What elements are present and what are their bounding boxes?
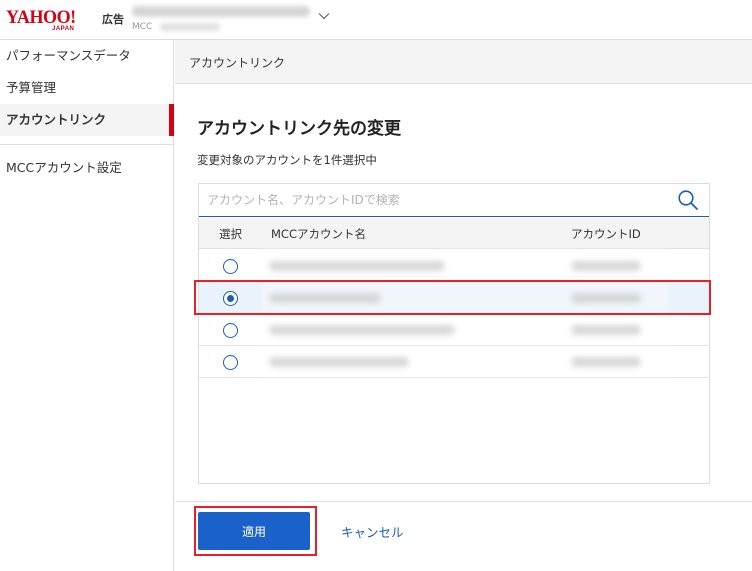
row-radio[interactable] (223, 259, 238, 274)
account-id-redacted (571, 325, 641, 335)
table-header: 選択 MCCアカウント名 アカウントID (199, 218, 709, 249)
sidebar-item-mcc-account-settings[interactable]: MCCアカウント設定 (0, 152, 174, 184)
row-radio-selected[interactable] (223, 291, 238, 306)
sidebar-item-account-link[interactable]: アカウントリンク (0, 104, 174, 136)
sidebar-item-label: MCCアカウント設定 (6, 160, 122, 175)
account-list-panel: 選択 MCCアカウント名 アカウントID (198, 183, 710, 484)
account-name-redacted (132, 6, 310, 17)
table-row[interactable] (199, 250, 709, 282)
search-input[interactable] (207, 189, 667, 211)
column-header-select: 選択 (219, 227, 242, 241)
yahoo-ads-logo[interactable]: YAHOO! JAPAN 広告 (6, 7, 124, 33)
sidebar-item-budget-management[interactable]: 予算管理 (0, 72, 174, 104)
account-name-redacted (269, 261, 445, 271)
main-content: アカウントリンク アカウントリンク先の変更 変更対象のアカウントを1件選択中 選… (175, 40, 752, 571)
logo-text: YAHOO! (6, 7, 76, 28)
product-label: 広告 (102, 13, 124, 26)
account-type-label: MCC (132, 22, 153, 32)
sidebar-item-label: パフォーマンスデータ (6, 48, 131, 63)
selected-count-text: 変更対象のアカウントを1件選択中 (197, 153, 377, 167)
sidebar-nav: パフォーマンスデータ 予算管理 アカウントリンク MCCアカウント設定 (0, 40, 174, 571)
column-header-mcc-account-name: MCCアカウント名 (271, 227, 366, 241)
top-header: YAHOO! JAPAN 広告 MCC (0, 0, 752, 40)
footer-divider (175, 501, 752, 502)
account-selector[interactable]: MCC (132, 4, 332, 36)
sidebar-item-label: アカウントリンク (6, 112, 107, 127)
section-title: アカウントリンク先の変更 (197, 119, 401, 139)
account-name-redacted (269, 357, 409, 367)
sidebar-item-performance-data[interactable]: パフォーマンスデータ (0, 40, 174, 72)
table-row[interactable] (199, 314, 709, 346)
row-radio[interactable] (223, 355, 238, 370)
search-icon[interactable] (677, 189, 699, 211)
account-name-redacted (269, 325, 455, 335)
account-id-redacted (571, 357, 641, 367)
cancel-link[interactable]: キャンセル (341, 522, 404, 541)
logo-sub: JAPAN (52, 26, 75, 32)
column-header-account-id: アカウントID (571, 227, 641, 241)
account-id-redacted (571, 261, 641, 271)
sidebar-divider (0, 144, 173, 145)
search-box (199, 184, 709, 217)
account-id-redacted (160, 23, 220, 31)
account-name-redacted (269, 293, 381, 303)
page-header: アカウントリンク (175, 40, 752, 84)
chevron-down-icon[interactable] (318, 10, 330, 22)
apply-button[interactable]: 適用 (198, 512, 310, 550)
sidebar-item-label: 予算管理 (6, 80, 57, 95)
table-row[interactable] (199, 282, 709, 314)
row-radio[interactable] (223, 323, 238, 338)
table-row[interactable] (199, 346, 709, 378)
page-title: アカウントリンク (189, 56, 286, 70)
account-id-redacted (571, 293, 641, 303)
